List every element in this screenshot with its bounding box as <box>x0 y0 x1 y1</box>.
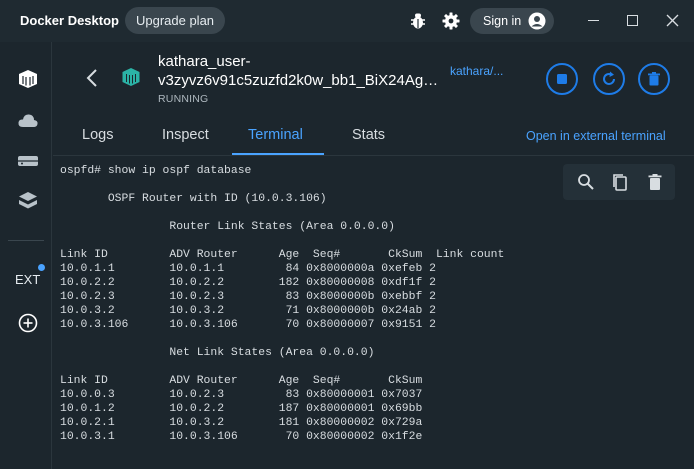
title-bar: Docker Desktop Upgrade plan Sign in <box>0 0 694 42</box>
trash-icon <box>648 72 660 86</box>
add-circle-icon[interactable] <box>17 312 39 334</box>
tab-terminal[interactable]: Terminal <box>248 127 303 143</box>
stop-icon <box>557 74 567 84</box>
restart-button[interactable] <box>593 63 625 95</box>
sign-in-button[interactable]: Sign in <box>470 8 554 34</box>
container-name-line2: v3zyvz6v91c5zuzfd2k0w_bb1_BiX24Ag0u... <box>158 72 443 89</box>
dev-environments-icon[interactable] <box>17 190 39 212</box>
delete-button[interactable] <box>638 63 670 95</box>
terminal-line: 10.0.3.106 10.0.3.106 70 0x80000007 0x91… <box>60 319 436 331</box>
image-link[interactable]: kathara/... <box>450 64 503 78</box>
app-title: Docker Desktop <box>20 13 119 28</box>
volumes-icon[interactable] <box>17 150 39 172</box>
active-tab-indicator <box>232 153 324 155</box>
terminal-line: 10.0.2.2 10.0.2.2 182 0x80000008 0xdf1f … <box>60 277 436 289</box>
terminal-line: Link ID ADV Router Age Seq# CkSum <box>60 375 423 387</box>
terminal-line: 10.0.1.2 10.0.2.2 187 0x80000001 0x69bb <box>60 403 423 415</box>
container-header: kathara_user- v3zyvz6v91c5zuzfd2k0w_bb1_… <box>53 42 694 118</box>
upgrade-plan-button[interactable]: Upgrade plan <box>125 7 225 34</box>
container-name: kathara_user- v3zyvz6v91c5zuzfd2k0w_bb1_… <box>158 52 443 90</box>
terminal-line: Net Link States (Area 0.0.0.0) <box>60 347 375 359</box>
terminal-line: Link ID ADV Router Age Seq# CkSum Link c… <box>60 249 505 261</box>
maximize-button[interactable] <box>627 15 638 26</box>
terminal-output[interactable]: ospfd# show ip ospf database OSPF Router… <box>53 157 694 469</box>
tab-bar: Logs Inspect Terminal Stats Open in exte… <box>53 118 694 156</box>
container-icon <box>122 68 140 86</box>
tab-logs[interactable]: Logs <box>82 127 113 143</box>
terminal-line: ospfd# show ip ospf database <box>60 165 252 177</box>
terminal-line: 10.0.3.1 10.0.3.106 70 0x80000002 0x1f2e <box>60 431 423 443</box>
search-icon[interactable] <box>577 173 595 191</box>
minimize-button[interactable] <box>588 20 599 21</box>
sign-in-label: Sign in <box>483 14 522 28</box>
account-icon <box>528 12 546 30</box>
back-arrow-icon[interactable] <box>85 68 99 88</box>
copy-icon[interactable] <box>611 173 629 191</box>
terminal-line: 10.0.2.3 10.0.2.3 83 0x8000000b 0xebbf 2 <box>60 291 436 303</box>
open-external-terminal-link[interactable]: Open in external terminal <box>526 129 666 143</box>
terminal-line: 10.0.1.1 10.0.1.1 84 0x8000000a 0xefeb 2 <box>60 263 436 275</box>
terminal-line: Router Link States (Area 0.0.0.0) <box>60 221 395 233</box>
gear-icon[interactable] <box>442 12 460 30</box>
sidebar-divider <box>8 240 44 241</box>
containers-icon[interactable] <box>17 68 39 90</box>
container-name-line1: kathara_user- <box>158 53 251 70</box>
sidebar: EXT <box>0 42 52 469</box>
bug-icon[interactable] <box>410 12 426 30</box>
tab-inspect[interactable]: Inspect <box>162 127 209 143</box>
restart-icon <box>603 71 615 85</box>
extensions-label[interactable]: EXT <box>15 272 40 287</box>
extensions-notification-dot <box>38 264 45 271</box>
terminal-line: 10.0.0.3 10.0.2.3 83 0x80000001 0x7037 <box>60 389 423 401</box>
cloud-icon[interactable] <box>17 110 39 132</box>
terminal-line: OSPF Router with ID (10.0.3.106) <box>60 193 327 205</box>
terminal-toolbar <box>563 164 675 200</box>
stop-button[interactable] <box>546 63 578 95</box>
close-icon[interactable] <box>666 14 679 27</box>
terminal-line: 10.0.2.1 10.0.3.2 181 0x80000002 0x729a <box>60 417 423 429</box>
trash-icon[interactable] <box>646 173 664 191</box>
container-status: RUNNING <box>158 93 209 105</box>
terminal-line: 10.0.3.2 10.0.3.2 71 0x8000000b 0x24ab 2 <box>60 305 436 317</box>
tab-stats[interactable]: Stats <box>352 127 385 143</box>
